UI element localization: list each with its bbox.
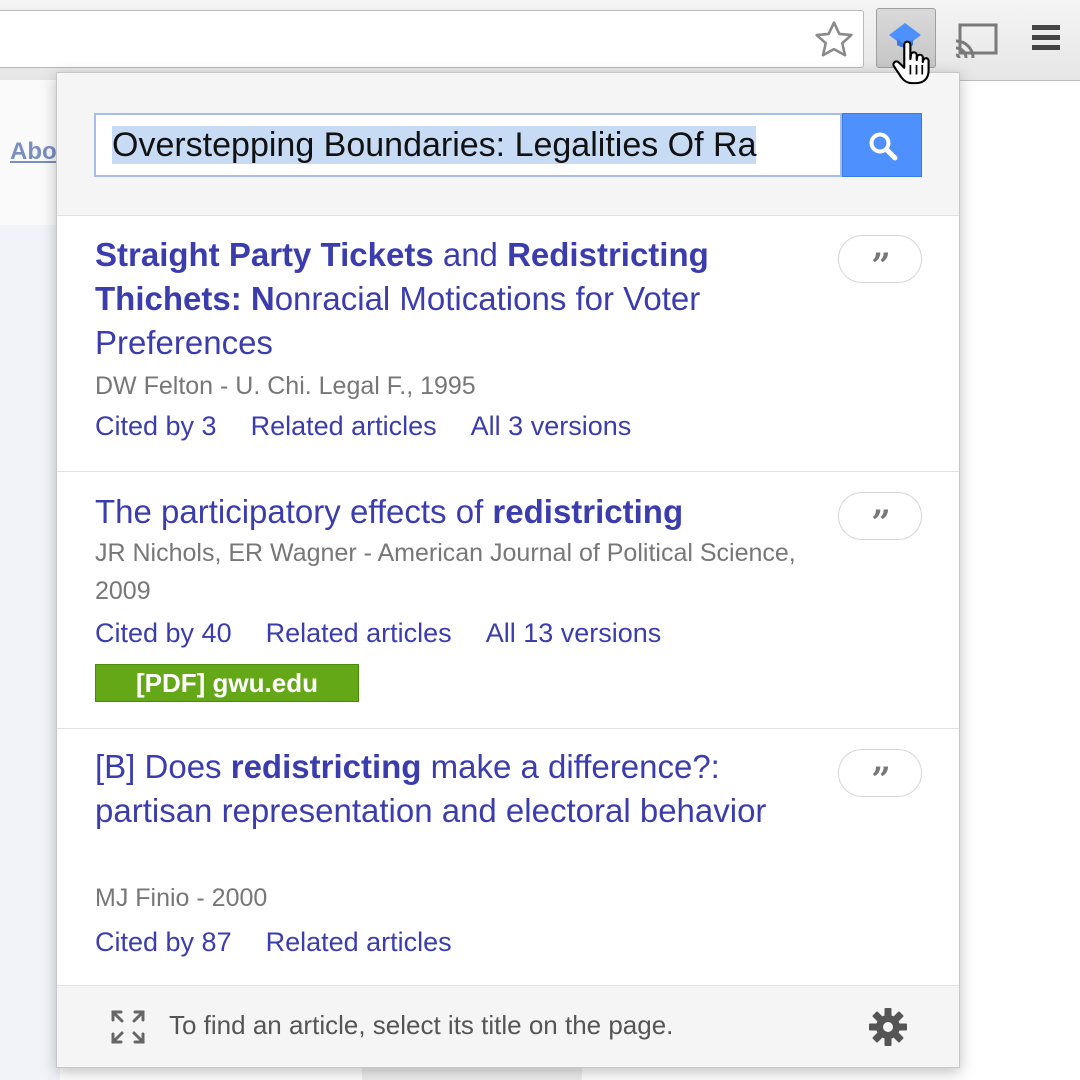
title-part: Redistricting xyxy=(507,236,709,273)
result-item: Straight Party Tickets and Redistricting… xyxy=(57,215,959,472)
result-meta: DW Felton - U. Chi. Legal F., 1995 xyxy=(95,372,476,400)
page-background-band xyxy=(0,225,60,1080)
star-icon[interactable] xyxy=(812,18,856,62)
cite-quote-button[interactable]: ” xyxy=(838,492,922,543)
result-meta: MJ Finio - 2000 xyxy=(95,884,268,912)
page-fragment xyxy=(362,1068,582,1080)
page-link[interactable]: Abo xyxy=(10,138,57,166)
result-links: Cited by 3 Related articles All 3 versions xyxy=(95,411,665,442)
cast-icon[interactable] xyxy=(954,22,1000,58)
all-versions-link[interactable]: All 13 versions xyxy=(486,618,662,648)
cited-by-link[interactable]: Cited by 87 xyxy=(95,927,232,957)
result-title[interactable]: Straight Party Tickets and Redistricting… xyxy=(95,233,795,365)
search-icon xyxy=(869,132,898,161)
cite-quote-button[interactable]: ” xyxy=(838,235,922,286)
cited-by-link[interactable]: Cited by 40 xyxy=(95,618,232,648)
search-button[interactable] xyxy=(842,113,922,177)
search-input-value: Overstepping Boundaries: Legalities Of R… xyxy=(112,126,757,164)
title-part: Thichets: N xyxy=(95,280,275,317)
related-articles-link[interactable]: Related articles xyxy=(266,927,452,957)
all-versions-link[interactable]: All 3 versions xyxy=(471,411,632,441)
gear-icon[interactable] xyxy=(867,1006,909,1048)
search-area: Overstepping Boundaries: Legalities Of R… xyxy=(57,73,959,216)
scholar-popup: Overstepping Boundaries: Legalities Of R… xyxy=(56,72,960,1068)
title-part: The participatory effects of xyxy=(95,493,493,530)
result-links: Cited by 87 Related articles xyxy=(95,927,486,958)
result-meta: JR Nichols, ER Wagner - American Journal… xyxy=(95,539,796,605)
pdf-link-badge[interactable]: [PDF] gwu.edu xyxy=(95,664,359,702)
expand-icon[interactable] xyxy=(109,1008,147,1046)
cite-quote-button[interactable]: ” xyxy=(838,749,922,800)
footer-hint: To find an article, select its title on … xyxy=(169,1010,674,1040)
result-links: Cited by 40 Related articles All 13 versio… xyxy=(95,618,695,649)
title-part: [B] Does xyxy=(95,748,231,785)
search-input[interactable]: Overstepping Boundaries: Legalities Of R… xyxy=(94,113,842,177)
cursor-hand-icon xyxy=(892,40,930,85)
related-articles-link[interactable]: Related articles xyxy=(266,618,452,648)
title-part: and xyxy=(433,236,508,273)
title-part: redistricting xyxy=(492,493,684,530)
result-item: [B] Does redistricting make a difference… xyxy=(57,729,959,985)
menu-icon[interactable] xyxy=(1030,22,1062,54)
title-part: redistricting xyxy=(230,748,422,785)
cited-by-link[interactable]: Cited by 3 xyxy=(95,411,217,441)
related-articles-link[interactable]: Related articles xyxy=(251,411,437,441)
address-bar[interactable] xyxy=(0,10,864,68)
result-title[interactable]: [B] Does redistricting make a difference… xyxy=(95,745,795,833)
result-title[interactable]: The participatory effects of redistricti… xyxy=(95,490,795,534)
popup-footer: To find an article, select its title on … xyxy=(57,985,959,1067)
result-item: The participatory effects of redistricti… xyxy=(57,472,959,729)
title-part: Straight Party Tickets xyxy=(95,236,434,273)
